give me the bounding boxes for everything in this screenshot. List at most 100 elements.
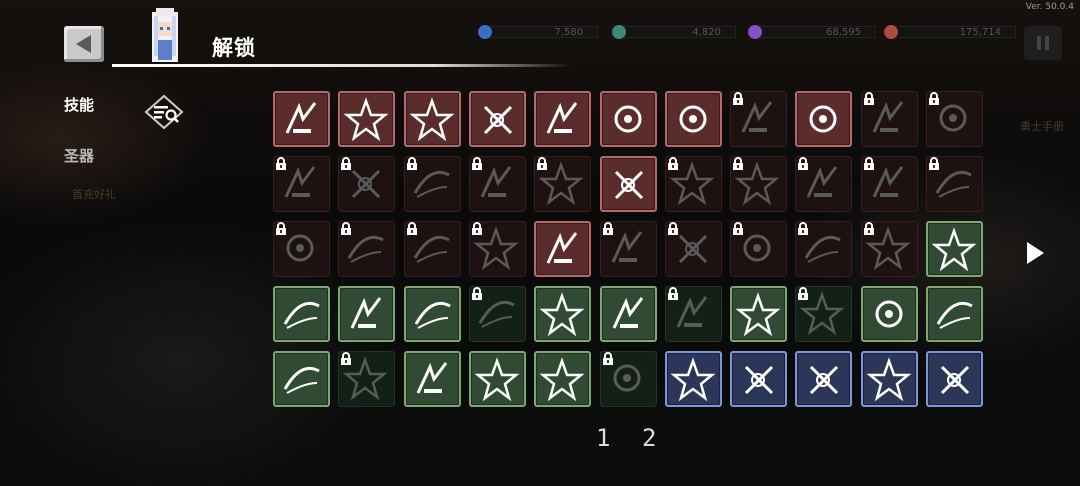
skill-slot[interactable] <box>664 351 722 407</box>
skill-slot[interactable] <box>468 221 526 277</box>
skill-slot[interactable] <box>860 156 918 212</box>
back-button[interactable] <box>64 26 104 62</box>
skill-slot[interactable] <box>403 91 461 147</box>
skill-slot[interactable] <box>338 221 396 277</box>
skill-slot[interactable] <box>795 156 853 212</box>
lock-icon <box>863 157 874 170</box>
pause-button[interactable] <box>1024 26 1062 60</box>
page-number-2[interactable]: 2 <box>642 424 656 452</box>
skill-slot[interactable] <box>403 351 461 407</box>
lock-icon <box>537 157 548 170</box>
skill-slot[interactable] <box>926 156 983 212</box>
blue-gem-icon <box>478 25 492 39</box>
skill-slot[interactable] <box>664 91 722 147</box>
skill-slot[interactable] <box>273 221 330 277</box>
skill-slot[interactable] <box>273 91 330 147</box>
skull-burst-icon <box>539 292 585 337</box>
skill-slot[interactable] <box>730 156 788 212</box>
tab-artifacts[interactable]: 圣器 <box>64 145 94 166</box>
skill-slot[interactable] <box>795 286 853 342</box>
filter-search-icon[interactable] <box>144 94 184 130</box>
lock-icon <box>733 157 744 170</box>
radial-burst-icon <box>483 105 512 135</box>
lock-icon <box>406 222 417 235</box>
skill-slot[interactable] <box>664 221 722 277</box>
purple-crystal-icon <box>748 25 762 39</box>
skill-slot[interactable] <box>403 156 461 212</box>
skill-slot[interactable] <box>338 91 396 147</box>
skill-slot[interactable] <box>795 351 853 407</box>
skill-slot[interactable] <box>599 221 657 277</box>
skill-slot[interactable] <box>926 351 983 407</box>
skill-slot[interactable] <box>926 91 983 147</box>
skill-slot[interactable] <box>860 351 918 407</box>
skill-slot[interactable] <box>468 351 526 407</box>
potion-icon <box>735 292 781 337</box>
lock-icon <box>341 352 352 365</box>
skill-slot[interactable] <box>534 351 592 407</box>
skill-slot[interactable] <box>860 221 918 277</box>
lock-icon <box>667 287 678 300</box>
skill-slot[interactable] <box>795 91 853 147</box>
pause-icon <box>1037 36 1049 50</box>
lock-icon <box>863 222 874 235</box>
speed-boost-icon <box>866 357 912 402</box>
lock-icon <box>602 352 613 365</box>
skill-slot[interactable] <box>338 156 396 212</box>
skill-slot[interactable] <box>664 286 722 342</box>
whirlwind-icon <box>416 362 447 394</box>
skill-slot[interactable] <box>534 91 592 147</box>
lock-icon <box>733 222 744 235</box>
skill-slot[interactable] <box>338 286 396 342</box>
skill-slot[interactable] <box>730 351 788 407</box>
lock-icon <box>667 157 678 170</box>
armored-orb-icon <box>670 357 716 402</box>
skill-slot[interactable] <box>599 156 657 212</box>
fire-orb-icon <box>679 105 707 133</box>
skill-slot[interactable] <box>468 91 526 147</box>
skill-slot[interactable] <box>534 286 592 342</box>
skill-slot[interactable] <box>730 286 788 342</box>
red-ore-icon <box>884 25 898 39</box>
skill-slot[interactable] <box>730 221 788 277</box>
skill-slot[interactable] <box>338 351 396 407</box>
skill-slot[interactable] <box>534 156 592 212</box>
skill-slot[interactable] <box>730 91 788 147</box>
page-title: 解锁 <box>212 36 256 60</box>
first-charge-gift-label: 首充好礼 <box>72 188 116 201</box>
lock-icon <box>733 92 744 105</box>
currency-gem: 7,580 <box>478 24 598 40</box>
page-number-1[interactable]: 1 <box>596 424 610 452</box>
lock-icon <box>406 157 417 170</box>
tab-skills[interactable]: 技能 <box>64 94 94 115</box>
splash-icon <box>539 357 585 402</box>
skill-slot[interactable] <box>403 286 461 342</box>
skill-slot[interactable] <box>599 351 657 407</box>
skill-slot[interactable] <box>468 286 526 342</box>
skill-slot[interactable] <box>534 221 592 277</box>
lock-icon <box>667 222 678 235</box>
lock-icon <box>798 157 809 170</box>
skill-slot[interactable] <box>926 221 983 277</box>
skill-slot[interactable] <box>664 156 722 212</box>
skill-slot[interactable] <box>860 91 918 147</box>
skill-slot[interactable] <box>273 156 330 212</box>
arrows-up-down-icon <box>546 102 578 134</box>
next-page-arrow-icon[interactable] <box>1024 240 1046 266</box>
slash-arc-icon <box>285 102 317 134</box>
blade-swing-icon <box>343 97 389 142</box>
triple-swords-icon <box>875 300 903 328</box>
skill-slot[interactable] <box>273 286 330 342</box>
skill-slot[interactable] <box>860 286 918 342</box>
skill-slot[interactable] <box>795 221 853 277</box>
skill-slot[interactable] <box>926 286 983 342</box>
lightning-streak-icon <box>474 357 520 402</box>
skill-slot[interactable] <box>468 156 526 212</box>
skill-slot[interactable] <box>599 91 657 147</box>
ground-slam-icon <box>931 227 977 272</box>
biohazard-icon <box>612 297 643 329</box>
skill-slot[interactable] <box>403 221 461 277</box>
lock-icon <box>929 157 939 170</box>
skill-slot[interactable] <box>599 286 657 342</box>
skill-slot[interactable] <box>273 351 330 407</box>
